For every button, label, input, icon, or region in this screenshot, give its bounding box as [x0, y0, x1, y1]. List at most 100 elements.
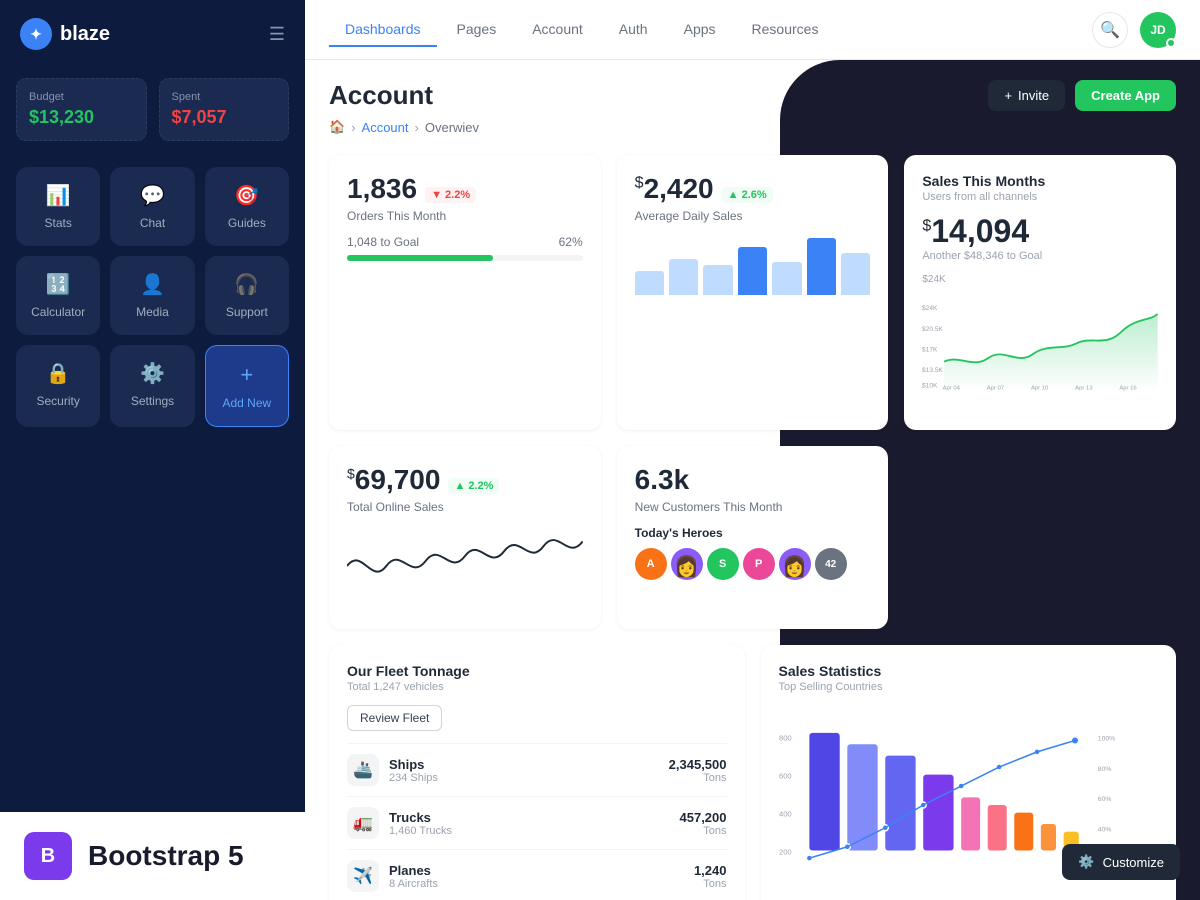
- sidebar-item-label: Guides: [228, 216, 266, 230]
- ships-name: Ships: [389, 757, 438, 772]
- orders-badge: ▼ 2.2%: [425, 187, 476, 203]
- planes-unit: Tons: [694, 878, 727, 890]
- sidebar-item-label: Security: [36, 394, 79, 408]
- ships-icon: 🚢: [347, 754, 379, 786]
- breadcrumb-account[interactable]: Account: [362, 120, 409, 135]
- logo-area: ✦ blaze: [20, 18, 110, 50]
- search-icon: 🔍: [1100, 20, 1120, 40]
- tab-account[interactable]: Account: [516, 13, 599, 47]
- stats-icon: 📊: [46, 183, 71, 208]
- sidebar-item-calculator[interactable]: 🔢 Calculator: [16, 256, 100, 335]
- svg-text:40%: 40%: [1097, 827, 1111, 834]
- tab-apps[interactable]: Apps: [668, 13, 732, 47]
- second-row: $69,700 ▲ 2.2% Total Online Sales 6.3k N…: [329, 446, 1176, 629]
- fleet-item-ships: 🚢 Ships 234 Ships 2,345,500 Tons: [347, 743, 727, 796]
- bar-4: [738, 247, 767, 295]
- tab-pages[interactable]: Pages: [441, 13, 513, 47]
- logo-icon: ✦: [20, 18, 52, 50]
- heroes-label: Today's Heroes: [635, 526, 871, 540]
- top-nav-right: 🔍 JD: [1092, 12, 1176, 48]
- hero-avatar-6: 42: [815, 548, 847, 580]
- stats-title: Sales Statistics: [779, 663, 1159, 679]
- sidebar-item-label: Add New: [222, 396, 271, 410]
- tab-resources[interactable]: Resources: [736, 13, 835, 47]
- progress-bar-bg: [347, 255, 583, 261]
- hero-avatar-4: P: [743, 548, 775, 580]
- bootstrap-text: Bootstrap 5: [88, 840, 244, 872]
- media-icon: 👤: [140, 272, 165, 297]
- second-row-spacer: [904, 446, 1176, 629]
- planes-icon: ✈️: [347, 860, 379, 892]
- daily-sales-value: $2,420: [635, 173, 714, 205]
- planes-count: 8 Aircrafts: [389, 878, 438, 890]
- spent-label: Spent: [172, 91, 277, 103]
- search-button[interactable]: 🔍: [1092, 12, 1128, 48]
- svg-text:$20.5K: $20.5K: [922, 326, 944, 333]
- svg-text:60%: 60%: [1097, 796, 1111, 803]
- online-dot: [1166, 38, 1176, 48]
- online-sales-badge: ▲ 2.2%: [448, 478, 499, 494]
- sidebar-item-stats[interactable]: 📊 Stats: [16, 167, 100, 246]
- hero-avatar-2: 👩: [671, 548, 703, 580]
- sales-line-chart: $24K $20.5K $17K $13.5K $10K Apr 04 Apr …: [922, 287, 1158, 407]
- svg-text:100%: 100%: [1097, 735, 1114, 742]
- svg-text:$13.5K: $13.5K: [922, 367, 944, 374]
- svg-text:400: 400: [779, 809, 792, 818]
- spent-card: Spent $7,057: [159, 78, 290, 141]
- menu-icon[interactable]: ☰: [269, 24, 285, 45]
- page-header: Account + Invite Create App: [329, 80, 1176, 111]
- customize-button[interactable]: ⚙️ Customize: [1062, 844, 1180, 880]
- sidebar-item-guides[interactable]: 🎯 Guides: [205, 167, 289, 246]
- customers-value: 6.3k: [635, 464, 871, 496]
- home-icon[interactable]: 🏠: [329, 119, 345, 135]
- breadcrumb: 🏠 › Account › Overwiev: [329, 119, 1176, 135]
- tab-dashboards[interactable]: Dashboards: [329, 13, 437, 47]
- bootstrap-badge: B Bootstrap 5: [0, 812, 305, 900]
- user-avatar[interactable]: JD: [1140, 12, 1176, 48]
- svg-text:600: 600: [779, 771, 792, 780]
- fleet-item-trucks: 🚛 Trucks 1,460 Trucks 457,200 Tons: [347, 796, 727, 849]
- sidebar-item-add-new[interactable]: + Add New: [205, 345, 289, 427]
- support-icon: 🎧: [234, 272, 259, 297]
- content-area: Account + Invite Create App 🏠 › Account …: [305, 60, 1200, 900]
- hero-avatar-3: S: [707, 548, 739, 580]
- customize-icon: ⚙️: [1078, 854, 1094, 870]
- fleet-card: Our Fleet Tonnage Total 1,247 vehicles R…: [329, 645, 745, 900]
- top-nav: Dashboards Pages Account Auth Apps Resou…: [305, 0, 1200, 60]
- security-icon: 🔒: [46, 361, 71, 386]
- bar-chart: [635, 235, 871, 295]
- orders-value: 1,836: [347, 173, 417, 205]
- invite-button[interactable]: + Invite: [988, 80, 1065, 111]
- calculator-icon: 🔢: [46, 272, 71, 297]
- budget-label: Budget: [29, 91, 134, 103]
- content-inner: Account + Invite Create App 🏠 › Account …: [305, 60, 1200, 900]
- fleet-subtitle: Total 1,247 vehicles: [347, 681, 727, 693]
- fleet-item-planes: ✈️ Planes 8 Aircrafts 1,240 Tons: [347, 849, 727, 900]
- sidebar-item-media[interactable]: 👤 Media: [110, 256, 194, 335]
- create-app-button[interactable]: Create App: [1075, 80, 1176, 111]
- svg-text:$10K: $10K: [922, 383, 938, 390]
- budget-value: $13,230: [29, 107, 134, 128]
- trucks-unit: Tons: [680, 825, 727, 837]
- review-fleet-button[interactable]: Review Fleet: [347, 705, 442, 731]
- sidebar-item-security[interactable]: 🔒 Security: [16, 345, 100, 427]
- online-sales-value: $69,700: [347, 464, 440, 496]
- svg-text:Apr 04: Apr 04: [943, 386, 961, 392]
- customers-label: New Customers This Month: [635, 500, 871, 514]
- guides-icon: 🎯: [234, 183, 259, 208]
- main-content: Dashboards Pages Account Auth Apps Resou…: [305, 0, 1200, 900]
- online-sales-card: $69,700 ▲ 2.2% Total Online Sales: [329, 446, 601, 629]
- nav-grid: 📊 Stats 💬 Chat 🎯 Guides 🔢 Calculator 👤 M…: [0, 157, 305, 437]
- bar-6: [807, 238, 836, 295]
- sidebar-item-label: Settings: [131, 394, 174, 408]
- sidebar-item-support[interactable]: 🎧 Support: [205, 256, 289, 335]
- bar-7: [841, 253, 870, 295]
- tab-auth[interactable]: Auth: [603, 13, 664, 47]
- progress-bar-fill: [347, 255, 493, 261]
- chat-icon: 💬: [140, 183, 165, 208]
- orders-label: Orders This Month: [347, 209, 583, 223]
- daily-sales-badge: ▲ 2.6%: [722, 187, 773, 203]
- sidebar-item-settings[interactable]: ⚙️ Settings: [110, 345, 194, 427]
- stats-subtitle: Top Selling Countries: [779, 681, 1159, 693]
- sidebar-item-chat[interactable]: 💬 Chat: [110, 167, 194, 246]
